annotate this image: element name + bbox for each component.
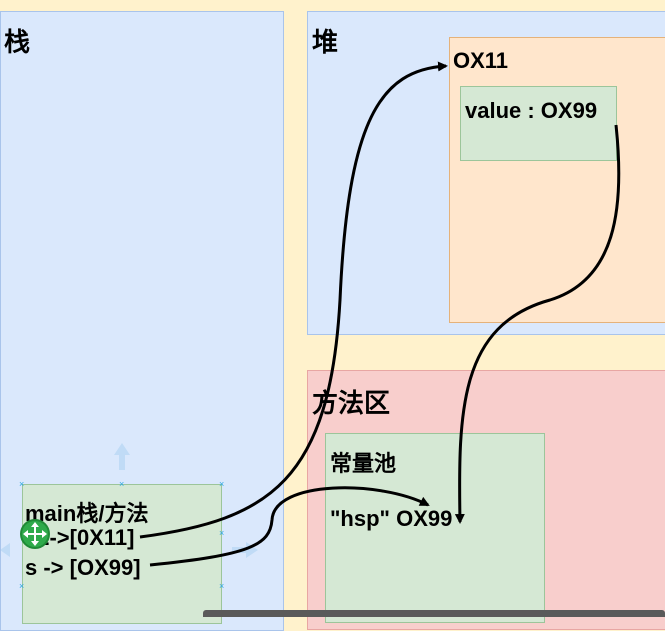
move-cursor-glyph	[27, 526, 43, 542]
move-guide-icon	[0, 443, 258, 558]
bottom-scrollbar[interactable]	[203, 610, 665, 617]
arrows-overlay	[0, 61, 621, 567]
arrow-value-to-pool	[454, 124, 621, 524]
arrow-s2-to-object	[139, 61, 448, 539]
